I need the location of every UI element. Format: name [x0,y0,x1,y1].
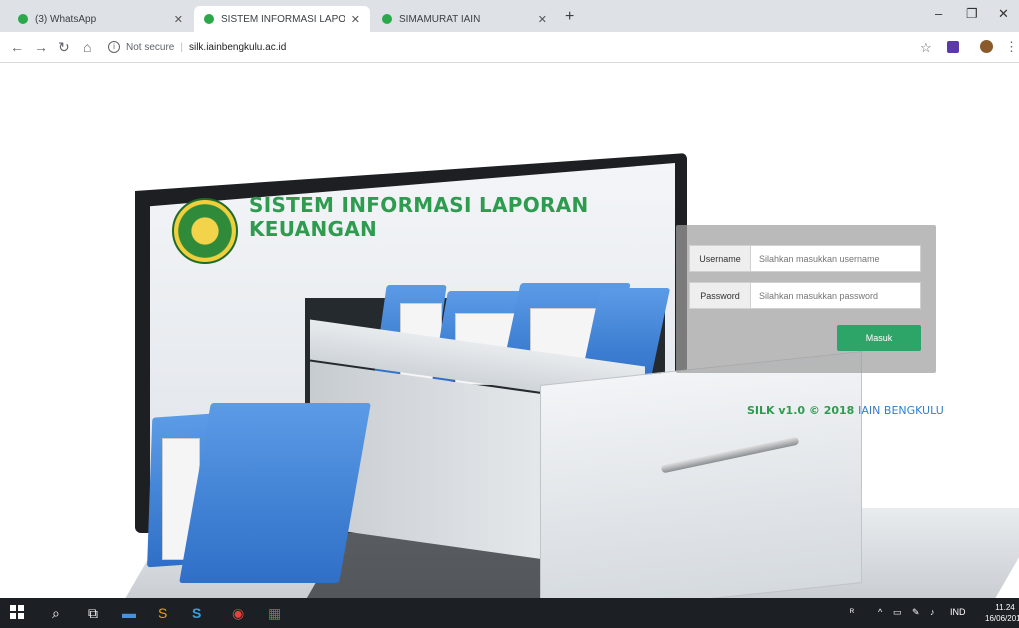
tab-label: SISTEM INFORMASI LAPORAN K [221,13,345,25]
url-text[interactable]: silk.iainbengkulu.ac.id [189,42,286,53]
username-field: Username [689,245,921,272]
org-link[interactable]: IAIN BENGKULU [858,404,944,417]
app-s-icon[interactable]: S [158,605,167,621]
security-label: Not secure [126,41,175,53]
extension-icon[interactable] [947,41,959,53]
login-button[interactable]: Masuk [837,325,921,351]
search-icon[interactable]: ⌕ [52,605,60,622]
restore-icon[interactable]: ❐ [966,6,978,22]
drawer-front-image [540,351,862,598]
volume-icon[interactable]: ♪ [930,607,935,617]
site-favicon-icon [204,14,214,24]
whatsapp-favicon-icon [18,14,28,24]
people-icon[interactable]: ᴿ [850,607,854,617]
pen-icon[interactable]: ✎ [912,607,920,618]
close-icon[interactable]: ✕ [351,13,360,26]
reload-icon[interactable]: ↻ [58,39,70,56]
password-label: Password [690,283,751,308]
title-line-2: KEUANGAN [249,217,378,241]
username-input[interactable] [751,246,920,271]
file-explorer-icon[interactable]: ▬ [122,605,136,621]
clock-date: 16/06/2019 [985,614,1019,623]
page-title: SISTEM INFORMASI LAPORAN KEUANGAN [249,193,589,241]
divider: | [180,41,183,53]
iain-logo [172,198,238,264]
password-input[interactable] [751,283,920,308]
chrome-icon[interactable]: ◉ [232,605,244,622]
close-icon[interactable]: ✕ [174,13,183,26]
language-indicator[interactable]: IND [950,607,966,617]
footer-credit: SILK v1.0 © 2018 IAIN BENGKULU [747,404,944,417]
clock-time: 11.24 [995,603,1015,612]
password-field: Password [689,282,921,309]
chevron-up-icon[interactable]: ^ [878,607,882,617]
new-tab-icon[interactable]: + [565,8,574,26]
profile-avatar-icon[interactable] [980,40,993,53]
folder-image [179,403,371,583]
menu-kebab-icon[interactable]: ⋮ [1005,39,1018,55]
login-panel: Username Password Masuk [676,225,936,373]
login-page: SISTEM INFORMASI LAPORAN KEUANGAN Userna… [0,63,1019,598]
site-favicon-icon [382,14,392,24]
window-close-icon[interactable]: ✕ [998,6,1009,22]
taskbar: ⌕ ⧉ ▬ S S ◉ ▦ ᴿ ^ ▭ ✎ ♪ IND 11.24 16/06/… [0,598,1019,628]
address-bar: ← → ↻ ⌂ i Not secure | silk.iainbengkulu… [0,32,1019,63]
version-text: SILK v1.0 © 2018 [747,404,855,417]
bookmark-star-icon[interactable]: ☆ [920,40,932,56]
excel-icon[interactable]: ▦ [268,605,281,622]
windows-start-icon[interactable] [10,605,24,619]
title-line-1: SISTEM INFORMASI LAPORAN [249,193,589,217]
clock[interactable]: 11.24 16/06/2019 [985,602,1019,624]
tab-label: (3) WhatsApp [35,13,97,25]
browser-tab-strip: (3) WhatsApp ✕ SISTEM INFORMASI LAPORAN … [0,0,1019,32]
minimize-icon[interactable]: – [935,6,942,21]
forward-icon[interactable]: → [34,39,48,55]
home-icon[interactable]: ⌂ [83,39,91,55]
tab-label: SIMAMURAT IAIN [399,13,481,25]
tab-simamurat[interactable]: SIMAMURAT IAIN ✕ [372,6,557,32]
task-view-icon[interactable]: ⧉ [88,605,98,622]
network-icon[interactable]: ▭ [893,607,902,618]
tab-whatsapp[interactable]: (3) WhatsApp ✕ [8,6,193,32]
info-icon[interactable]: i [108,41,120,53]
app-skype-icon[interactable]: S [192,605,201,621]
username-label: Username [690,246,751,271]
close-icon[interactable]: ✕ [538,13,547,26]
back-icon[interactable]: ← [10,39,24,55]
tab-silk[interactable]: SISTEM INFORMASI LAPORAN K ✕ [194,6,370,32]
omnibox[interactable]: i Not secure | silk.iainbengkulu.ac.id [108,37,286,57]
